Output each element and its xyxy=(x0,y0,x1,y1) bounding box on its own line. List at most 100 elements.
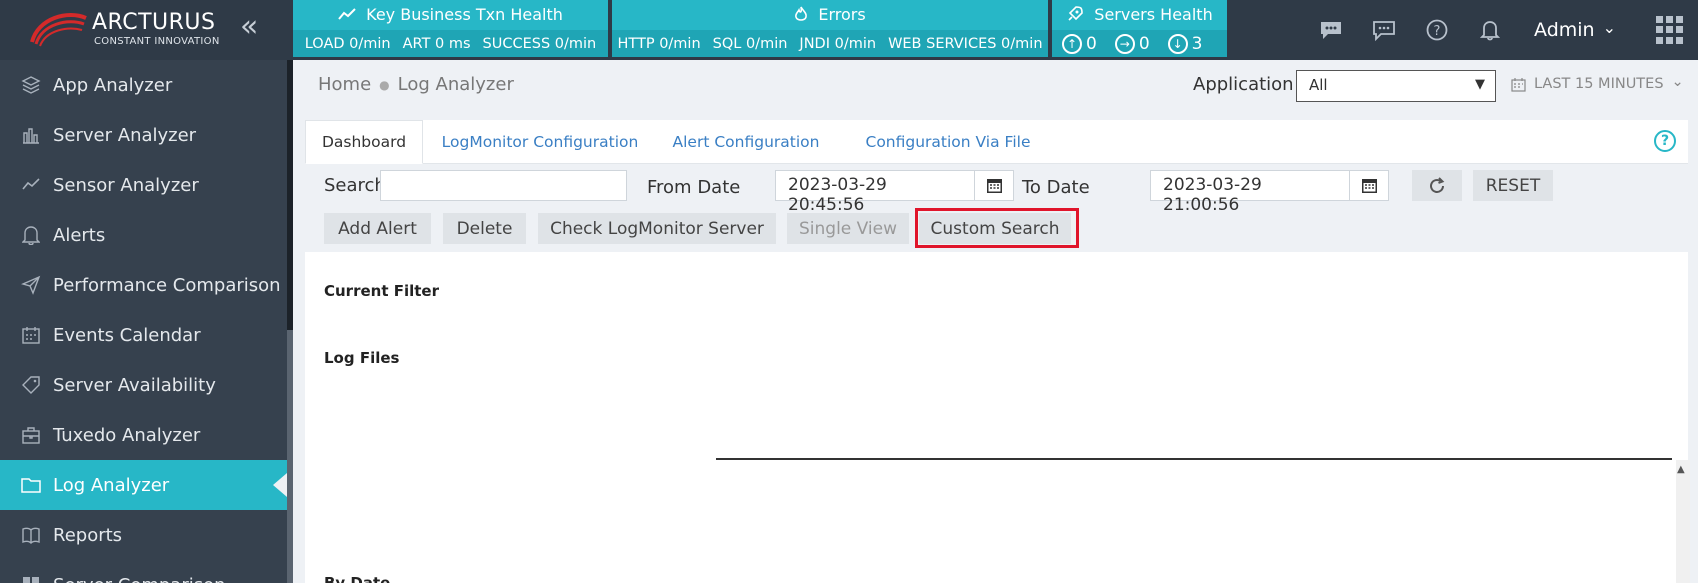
grid-icon xyxy=(20,574,42,583)
sidebar-item-label: Server Availability xyxy=(53,374,216,396)
errors-ws: WEB SERVICES 0/min xyxy=(888,35,1043,52)
sidebar-item-server-availability[interactable]: Server Availability xyxy=(0,360,287,410)
check-logmonitor-server-button[interactable]: Check LogMonitor Server xyxy=(538,213,776,244)
servers-health-panel[interactable]: Servers Health ↑ 0 → 0 ↓ 3 xyxy=(1052,0,1227,57)
from-date-label: From Date xyxy=(647,177,741,198)
errors-panel[interactable]: Errors HTTP 0/min SQL 0/min JNDI 0/min W… xyxy=(612,0,1048,57)
user-menu[interactable]: Admin ⌄ xyxy=(1534,17,1616,42)
help-circle-icon[interactable]: ? xyxy=(1425,18,1449,42)
servers-up: ↑ 0 xyxy=(1062,33,1097,54)
chat-outline-icon[interactable] xyxy=(1372,18,1396,42)
sidebar-item-log-analyzer[interactable]: Log Analyzer xyxy=(0,460,287,510)
sidebar-item-alerts[interactable]: Alerts xyxy=(0,210,287,260)
to-date-label: To Date xyxy=(1022,177,1090,198)
reset-button[interactable]: RESET xyxy=(1473,170,1553,201)
search-label: Search xyxy=(324,175,386,196)
arcturus-swoosh-icon xyxy=(30,13,87,47)
collapse-sidebar-button[interactable]: « xyxy=(240,12,258,42)
scroll-up-icon[interactable]: ▲ xyxy=(1677,464,1685,475)
main-content: Home ● Log Analyzer Application All ▼ LA… xyxy=(293,60,1698,583)
top-bar: ARCTURUS CONSTANT INNOVATION « Key Busin… xyxy=(0,0,1698,60)
sidebar-item-label: Log Analyzer xyxy=(53,474,170,496)
sidebar-item-app-analyzer[interactable]: App Analyzer xyxy=(0,60,287,110)
log-files-label: Log Files xyxy=(324,349,400,367)
sidebar-item-performance-comparison[interactable]: Performance Comparison xyxy=(0,260,287,310)
sidebar-item-label: Tuxedo Analyzer xyxy=(53,424,201,446)
sidebar-item-label: App Analyzer xyxy=(53,74,173,96)
breadcrumb-current: Log Analyzer xyxy=(397,74,514,95)
application-label: Application xyxy=(1193,74,1294,95)
calendar-small-icon xyxy=(1511,77,1526,92)
txn-health-header: Key Business Txn Health xyxy=(293,0,608,28)
tab-bar: Dashboard LogMonitor Configuration Alert… xyxy=(305,120,1688,164)
sidebar-item-events-calendar[interactable]: Events Calendar xyxy=(0,310,287,360)
dashboard-panel: Current Filter Log Files xyxy=(305,252,1688,583)
log-table-divider xyxy=(716,458,1672,460)
txn-load: LOAD 0/min xyxy=(304,35,391,52)
help-icon[interactable]: ? xyxy=(1654,130,1676,152)
search-input[interactable] xyxy=(380,170,627,201)
breadcrumb: Home ● Log Analyzer xyxy=(318,74,514,95)
application-select[interactable]: All ▼ xyxy=(1296,70,1496,102)
to-date-input[interactable]: 2023-03-29 21:00:56 xyxy=(1150,170,1350,215)
trend-icon xyxy=(20,174,42,196)
errors-stats: HTTP 0/min SQL 0/min JNDI 0/min WEB SERV… xyxy=(612,30,1048,57)
sidebar-item-server-comparison[interactable]: Server Comparison xyxy=(0,560,287,583)
sidebar-item-label: Server Analyzer xyxy=(53,124,197,146)
sidebar-item-tuxedo-analyzer[interactable]: Tuxedo Analyzer xyxy=(0,410,287,460)
arrow-up-circle-icon: ↑ xyxy=(1062,33,1082,54)
chat-filled-icon[interactable] xyxy=(1319,18,1343,42)
calendar-icon xyxy=(1361,179,1377,193)
sidebar-item-server-analyzer[interactable]: Server Analyzer xyxy=(0,110,287,160)
sidebar-item-label: Performance Comparison xyxy=(53,274,281,296)
brand-name: ARCTURUS xyxy=(92,10,216,35)
errors-header: Errors xyxy=(612,0,1048,28)
sidebar-item-label: Sensor Analyzer xyxy=(53,174,199,196)
errors-jndi: JNDI 0/min xyxy=(799,35,877,52)
by-date-label: By Date xyxy=(324,574,391,583)
dropdown-caret-icon: ▼ xyxy=(1475,77,1485,92)
refresh-icon xyxy=(1430,176,1445,193)
txn-success: SUCCESS 0/min xyxy=(482,35,597,52)
chevron-down-icon: ⌄ xyxy=(1602,17,1616,37)
layers-icon xyxy=(20,74,42,96)
notification-bell-icon[interactable] xyxy=(1478,18,1502,42)
servers-health-header: Servers Health xyxy=(1052,0,1227,28)
tab-configuration-via-file[interactable]: Configuration Via File xyxy=(835,120,1061,164)
bell-icon xyxy=(20,224,42,246)
rocket-icon xyxy=(1068,6,1084,21)
log-table-scrollbar[interactable] xyxy=(1676,460,1690,583)
custom-search-highlight xyxy=(915,208,1079,248)
delete-button[interactable]: Delete xyxy=(443,213,526,244)
txn-health-panel[interactable]: Key Business Txn Health LOAD 0/min ART 0… xyxy=(293,0,608,57)
folder-icon xyxy=(20,474,42,496)
breadcrumb-home[interactable]: Home xyxy=(318,74,371,95)
tab-logmonitor-configuration[interactable]: LogMonitor Configuration xyxy=(423,120,657,164)
add-alert-button[interactable]: Add Alert xyxy=(324,213,431,244)
sidebar-item-label: Events Calendar xyxy=(53,324,201,346)
paper-plane-icon xyxy=(20,274,42,296)
from-date-calendar-button[interactable] xyxy=(974,170,1014,201)
to-date-calendar-button[interactable] xyxy=(1349,170,1389,201)
sidebar-nav: App Analyzer Server Analyzer Sensor Anal… xyxy=(0,60,287,583)
single-view-button[interactable]: Single View xyxy=(787,213,909,244)
txn-art: ART 0 ms xyxy=(402,35,471,52)
time-range-picker[interactable]: LAST 15 MINUTES ⌄ xyxy=(1511,74,1684,92)
from-date-input[interactable]: 2023-03-29 20:45:56 xyxy=(775,170,975,215)
arrow-down-circle-icon: ↓ xyxy=(1167,33,1188,54)
user-name: Admin xyxy=(1534,19,1595,41)
apps-grid-icon[interactable] xyxy=(1656,16,1684,44)
breadcrumb-separator: ● xyxy=(379,77,390,92)
tab-dashboard[interactable]: Dashboard xyxy=(305,120,423,164)
tag-icon xyxy=(20,374,42,396)
application-value: All xyxy=(1309,76,1328,94)
sidebar-item-sensor-analyzer[interactable]: Sensor Analyzer xyxy=(0,160,287,210)
servers-health-stats: ↑ 0 → 0 ↓ 3 xyxy=(1052,30,1227,57)
flame-icon xyxy=(795,6,808,21)
sidebar-item-reports[interactable]: Reports xyxy=(0,510,287,560)
tab-alert-configuration[interactable]: Alert Configuration xyxy=(657,120,835,164)
trend-line-icon xyxy=(338,8,356,20)
sidebar-item-label: Server Comparison xyxy=(53,575,226,583)
refresh-button[interactable] xyxy=(1412,170,1462,201)
servers-down: ↓ 3 xyxy=(1167,33,1202,54)
